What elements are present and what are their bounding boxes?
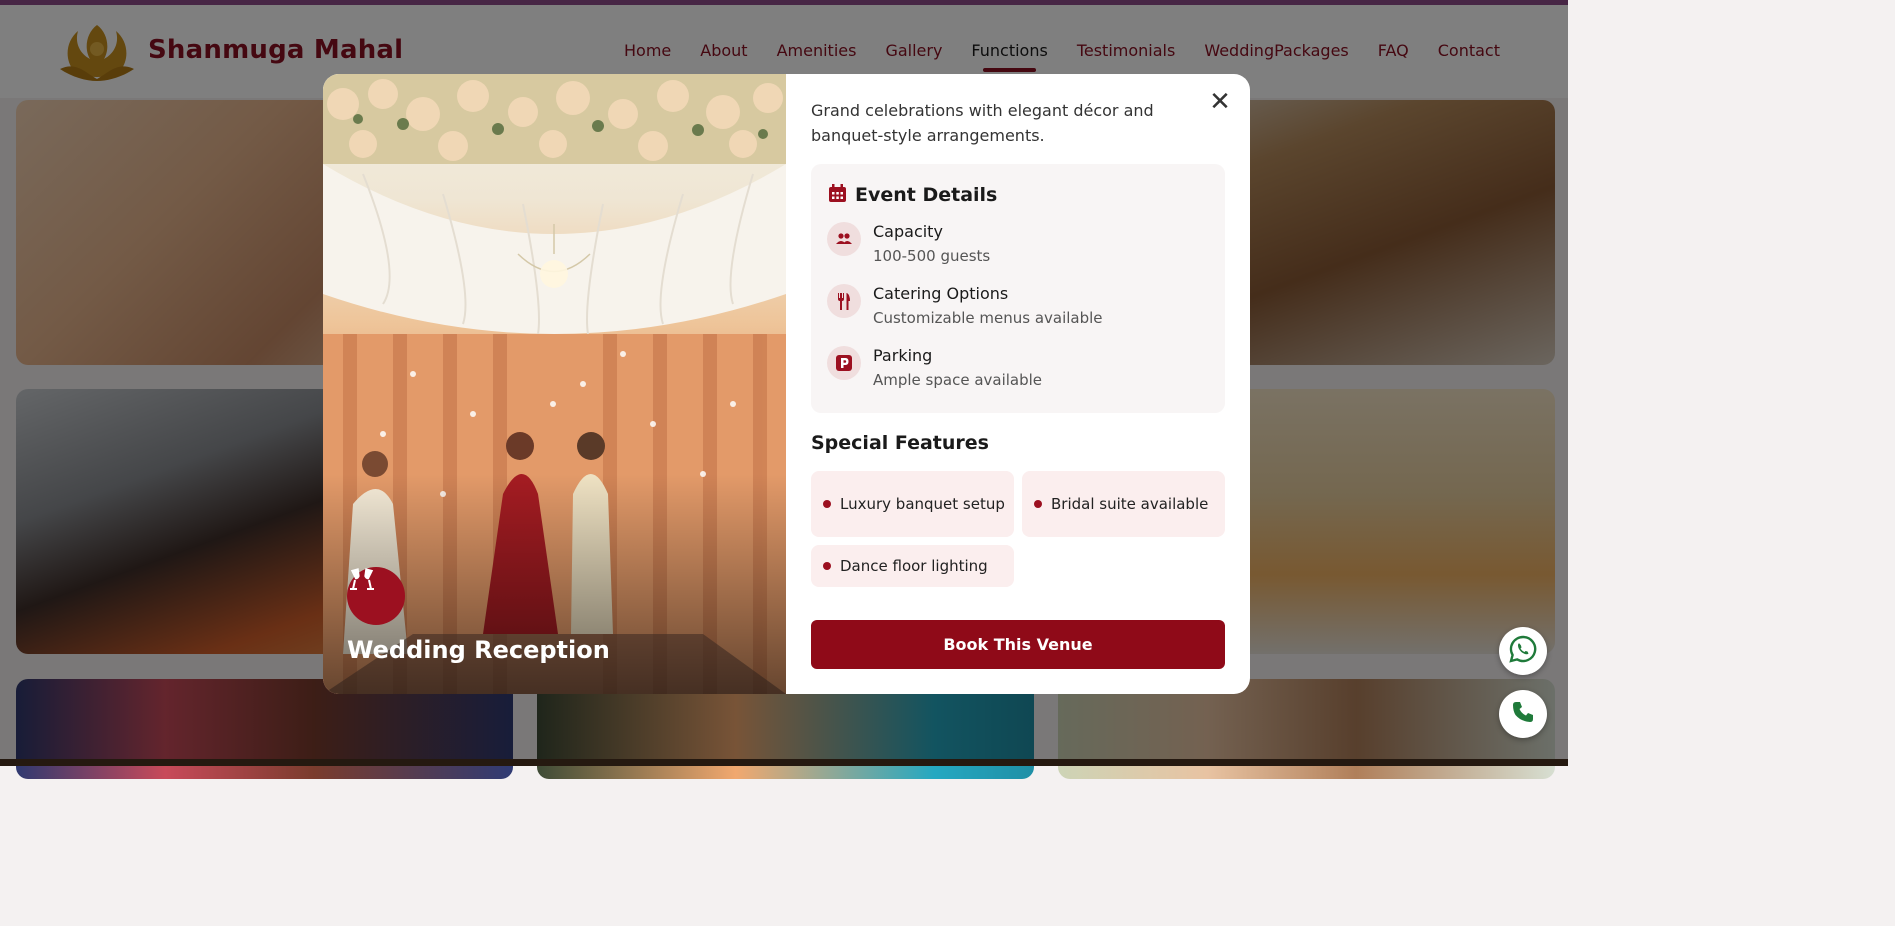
- phone-icon: [1511, 700, 1535, 728]
- feature-chip: Bridal suite available: [1022, 471, 1225, 537]
- parking-icon: [827, 346, 861, 380]
- calendar-icon: [829, 184, 846, 206]
- modal-content: ✕ Grand celebrations with elegant décor …: [811, 74, 1231, 694]
- detail-catering: Catering Options Customizable menus avai…: [827, 284, 1207, 336]
- event-description: Grand celebrations with elegant décor an…: [811, 101, 1154, 145]
- feature-chip: Dance floor lighting: [811, 545, 1014, 587]
- champagne-glasses-icon: [347, 567, 405, 625]
- bullet-icon: [1034, 500, 1042, 508]
- call-button[interactable]: [1499, 690, 1547, 738]
- book-venue-button[interactable]: Book This Venue: [811, 620, 1225, 669]
- feature-label: Bridal suite available: [1051, 494, 1209, 513]
- bullet-icon: [823, 562, 831, 570]
- detail-label: Parking: [873, 346, 933, 365]
- detail-label: Catering Options: [873, 284, 1009, 303]
- event-photo: Wedding Reception: [323, 74, 786, 694]
- detail-value: Ample space available: [873, 371, 1043, 389]
- special-features-title: Special Features: [811, 432, 989, 454]
- event-details-panel: Event Details Capacity 100-500 guests Ca…: [811, 164, 1225, 413]
- feature-chip: Luxury banquet setup: [811, 471, 1014, 537]
- whatsapp-button[interactable]: [1499, 627, 1547, 675]
- feature-label: Luxury banquet setup: [840, 494, 1005, 513]
- detail-value: 100-500 guests: [873, 247, 991, 265]
- detail-capacity: Capacity 100-500 guests: [827, 222, 1207, 274]
- event-title: Wedding Reception: [347, 636, 610, 664]
- utensils-icon: [827, 284, 861, 318]
- detail-parking: Parking Ample space available: [827, 346, 1207, 398]
- event-details-title: Event Details: [855, 184, 998, 206]
- event-details-header: Event Details: [829, 184, 997, 206]
- function-detail-modal: Wedding Reception ✕ Grand celebrations w…: [323, 74, 1250, 694]
- whatsapp-icon: [1509, 635, 1537, 667]
- detail-value: Customizable menus available: [873, 309, 1103, 327]
- feature-label: Dance floor lighting: [840, 556, 988, 575]
- users-icon: [827, 222, 861, 256]
- detail-label: Capacity: [873, 222, 943, 241]
- bullet-icon: [823, 500, 831, 508]
